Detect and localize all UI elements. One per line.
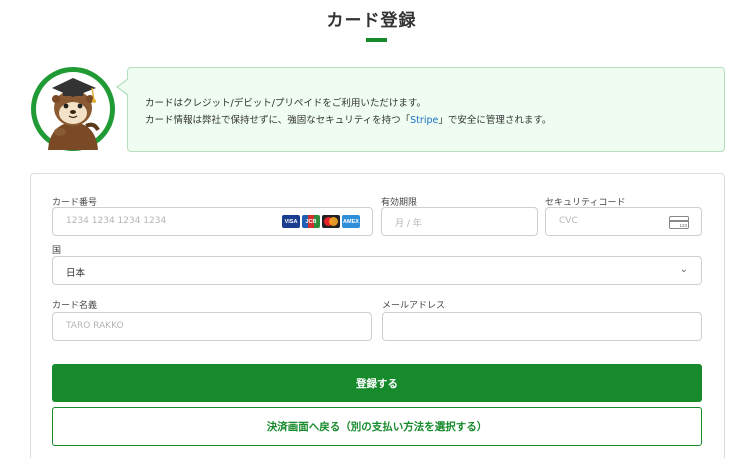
page-title: カード登録	[326, 11, 417, 31]
card-number-input[interactable]: 1234 1234 1234 1234 VISA JCB AMEX	[52, 207, 373, 236]
title-underline	[366, 38, 387, 42]
card-name-placeholder: TARO RAKKO	[66, 321, 124, 331]
expiry-placeholder: 月 / 年	[395, 219, 422, 229]
email-label: メールアドレス	[382, 301, 446, 311]
visa-icon: VISA	[282, 215, 300, 228]
jcb-icon: JCB	[302, 215, 320, 228]
mastercard-icon	[322, 215, 340, 228]
cvc-card-number: 123	[679, 223, 687, 228]
security-code-placeholder: CVC	[559, 216, 578, 226]
sea-otter-graduate-icon	[31, 67, 115, 151]
back-to-payment-button[interactable]: 決済画面へ戻る（別の支払い方法を選択する）	[52, 407, 702, 446]
bubble-tail	[118, 79, 129, 95]
stripe-link[interactable]: Stripe	[410, 115, 438, 126]
card-brands: VISA JCB AMEX	[282, 215, 360, 228]
country-label: 国	[52, 246, 62, 256]
card-number-placeholder: 1234 1234 1234 1234	[66, 216, 167, 226]
amex-icon: AMEX	[342, 215, 360, 228]
cvc-card-icon: 123	[669, 216, 689, 229]
country-select[interactable]: 日本 ⌄	[52, 256, 702, 285]
notice-line1: カードはクレジット/デビット/プリペイドをご利用いただけます。	[145, 98, 426, 109]
card-name-input[interactable]: TARO RAKKO	[52, 312, 372, 341]
notice-bubble: カードはクレジット/デビット/プリペイドをご利用いただけます。 カード情報は弊社…	[127, 67, 725, 152]
country-value: 日本	[66, 268, 86, 279]
notice-line2-before: カード情報は弊社で保持せずに、強固なセキュリティを持つ「	[145, 115, 411, 126]
register-button[interactable]: 登録する	[52, 364, 702, 402]
notice-line2: カード情報は弊社で保持せずに、強固なセキュリティを持つ「Stripe」で安全に管…	[145, 112, 551, 126]
cvc-card-stripe	[670, 220, 688, 222]
expiry-input[interactable]: 月 / 年	[381, 207, 538, 236]
notice-line2-after: 」で安全に管理されます。	[438, 115, 552, 126]
card-name-label: カード名義	[52, 301, 98, 311]
email-input[interactable]	[382, 312, 702, 341]
security-code-input[interactable]: CVC 123	[545, 207, 702, 236]
chevron-down-icon: ⌄	[679, 264, 688, 275]
